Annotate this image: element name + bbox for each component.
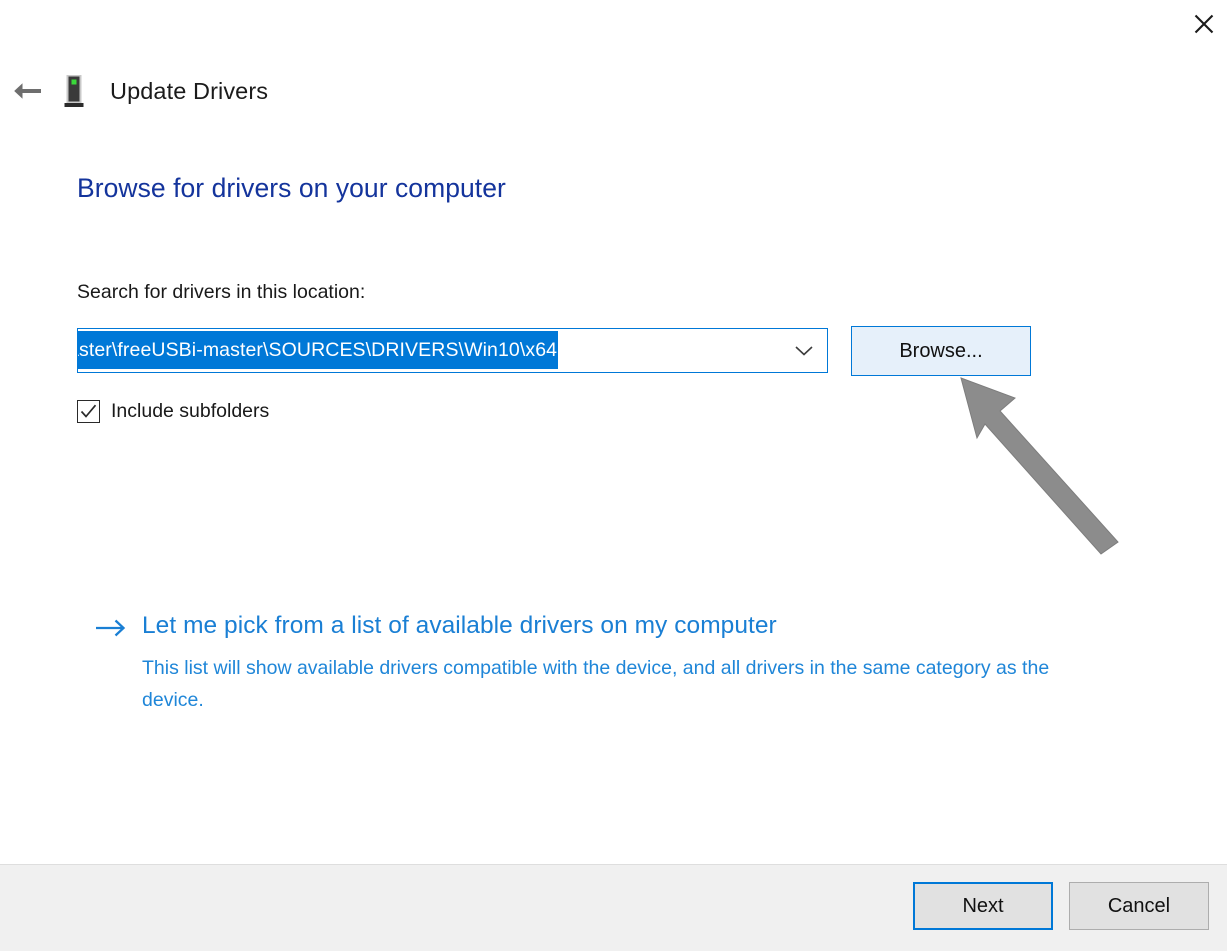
- update-drivers-dialog: Update Drivers Browse for drivers on you…: [0, 0, 1227, 951]
- pointer-arrow-annotation: [960, 377, 1119, 555]
- dialog-title: Update Drivers: [110, 77, 269, 104]
- include-subfolders-row[interactable]: Include subfolders: [77, 400, 269, 423]
- back-arrow-icon: [14, 83, 41, 99]
- dialog-header: Update Drivers: [0, 68, 268, 114]
- close-icon: [1194, 14, 1213, 33]
- back-button[interactable]: [0, 68, 56, 114]
- location-value-selected: ads\freeUSBi-master\freeUSBi-master\SOUR…: [78, 331, 559, 369]
- footer-button-group: Next Cancel: [913, 882, 1209, 930]
- pick-from-list-label: Let me pick from a list of available dri…: [142, 612, 777, 639]
- include-subfolders-label: Include subfolders: [111, 400, 270, 422]
- pick-from-list-link[interactable]: Let me pick from a list of available dri…: [95, 612, 1085, 640]
- include-subfolders-checkbox[interactable]: [77, 400, 100, 423]
- pick-from-list-description: This list will show available drivers co…: [142, 657, 1050, 711]
- right-arrow-icon: [95, 612, 142, 639]
- dialog-footer: Next Cancel: [0, 864, 1227, 951]
- location-label: Search for drivers in this location:: [77, 281, 366, 303]
- checkmark-icon: [80, 404, 97, 418]
- combobox-dropdown-button[interactable]: [780, 329, 827, 372]
- location-input[interactable]: ads\freeUSBi-master\freeUSBi-master\SOUR…: [78, 329, 780, 372]
- close-button[interactable]: [1180, 0, 1227, 47]
- pick-from-list-block: Let me pick from a list of available dri…: [95, 612, 1085, 716]
- browse-button[interactable]: Browse...: [851, 326, 1031, 376]
- location-combobox[interactable]: ads\freeUSBi-master\freeUSBi-master\SOUR…: [77, 328, 828, 373]
- next-button[interactable]: Next: [913, 882, 1053, 930]
- cancel-button[interactable]: Cancel: [1069, 882, 1209, 930]
- page-heading: Browse for drivers on your computer: [77, 173, 506, 203]
- chevron-down-icon: [794, 345, 813, 356]
- computer-tower-icon: [56, 68, 94, 114]
